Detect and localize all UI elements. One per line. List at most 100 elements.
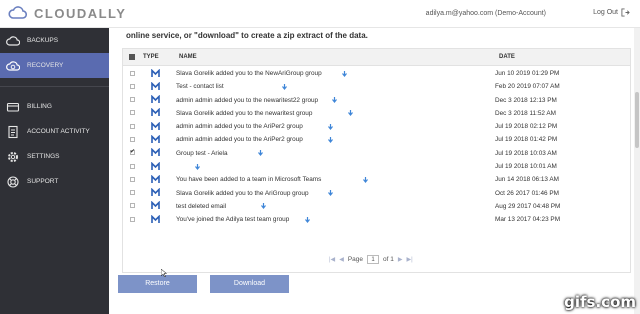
next-page-icon[interactable]: ▶ [398, 256, 403, 263]
mail-type-icon [151, 214, 160, 223]
mouse-cursor-icon [161, 269, 167, 277]
mail-type-icon [151, 134, 160, 143]
user-account[interactable]: adilya.m@yahoo.com (Demo-Account) [426, 10, 546, 17]
table-row[interactable]: admin admin added you to the AriPer2 gro… [123, 133, 630, 146]
sidebar-item-support[interactable]: SUPPORT [0, 169, 109, 194]
table-row[interactable]: You've joined the Adilya test team group… [123, 213, 630, 226]
prev-page-icon[interactable]: ◀ [339, 256, 344, 263]
table-row[interactable]: test deleted email Aug 29 2017 04:48 PM [123, 200, 630, 213]
table-row[interactable]: admin admin added you to the newaritest2… [123, 94, 630, 107]
brand-name: CLOUDALLY [34, 5, 127, 21]
row-date: Jun 14 2018 06:13 AM [495, 176, 559, 184]
select-all-checkbox[interactable] [129, 54, 135, 60]
mail-type-icon [151, 174, 160, 183]
download-arrow-icon[interactable] [328, 123, 333, 130]
lifebuoy-icon [6, 175, 20, 189]
download-button[interactable]: Download [210, 275, 289, 293]
table-row[interactable]: Test - contact list Feb 20 2019 07:07 AM [123, 80, 630, 93]
credit-card-icon [6, 100, 20, 114]
document-icon [6, 125, 20, 139]
sidebar-item-billing[interactable]: BILLING [0, 94, 109, 119]
row-checkbox[interactable] [130, 110, 135, 116]
download-arrow-icon[interactable] [261, 203, 266, 210]
download-arrow-icon[interactable] [305, 216, 310, 223]
sidebar-item-account-activity[interactable]: ACCOUNT ACTIVITY [0, 119, 109, 144]
sidebar-item-label: SUPPORT [27, 178, 59, 185]
mail-type-icon [151, 108, 160, 117]
row-checkbox[interactable] [130, 136, 135, 142]
download-arrow-icon[interactable] [363, 176, 368, 183]
download-arrow-icon[interactable] [258, 150, 263, 157]
table-row[interactable]: Slava Gorelik added you to the NewAriGro… [123, 67, 630, 80]
row-name: admin admin added you to the AriPer2 gro… [176, 123, 303, 131]
restore-button[interactable]: Restore [118, 275, 197, 293]
row-date: Jul 19 2018 10:03 AM [495, 149, 557, 157]
scrollbar-thumb[interactable] [635, 92, 639, 148]
sidebar-item-label: SETTINGS [27, 153, 60, 160]
sidebar-item-backups[interactable]: BACKUPS [0, 28, 109, 53]
download-arrow-icon[interactable] [282, 83, 287, 90]
scrollbar-track[interactable] [634, 28, 640, 314]
row-date: Dec 3 2018 11:52 AM [495, 109, 556, 117]
mail-type-icon [151, 161, 160, 170]
table-row[interactable]: You have been added to a team in Microso… [123, 173, 630, 186]
cloud-sync-icon [6, 59, 20, 73]
table-row[interactable]: Slava Gorelik added you to the AriGroup … [123, 187, 630, 200]
row-checkbox[interactable] [130, 163, 135, 169]
sidebar-item-label: ACCOUNT ACTIVITY [27, 128, 90, 135]
last-page-icon[interactable]: ▶| [406, 256, 412, 263]
row-checkbox[interactable] [130, 97, 135, 103]
download-arrow-icon[interactable] [348, 110, 353, 117]
row-checkbox[interactable] [130, 70, 135, 76]
intro-text: online service, or "download" to create … [126, 31, 368, 40]
download-arrow-icon[interactable] [342, 70, 347, 77]
column-type[interactable]: TYPE [143, 54, 159, 60]
row-checkbox[interactable] [130, 190, 135, 196]
logout-link[interactable]: Log Out [593, 8, 630, 17]
row-name: Group test - Ariela [176, 149, 228, 157]
cloud-upload-icon [6, 34, 20, 48]
row-date: Jul 19 2018 02:12 PM [495, 123, 558, 131]
first-page-icon[interactable]: |◀ [329, 256, 335, 263]
mail-type-icon [151, 201, 160, 210]
page-number-input[interactable]: 1 [367, 255, 379, 264]
row-checkbox[interactable] [130, 83, 135, 89]
mail-type-icon [151, 95, 160, 104]
download-arrow-icon[interactable] [328, 136, 333, 143]
sidebar-item-label: BILLING [27, 103, 52, 110]
table-row[interactable]: admin admin added you to the AriPer2 gro… [123, 120, 630, 133]
table-row[interactable]: Slava Gorelik added you to the newarites… [123, 107, 630, 120]
row-date: Jun 10 2019 01:29 PM [495, 70, 560, 77]
row-date: Oct 26 2017 01:46 PM [495, 189, 559, 197]
sidebar-item-recovery[interactable]: RECOVERY [0, 53, 109, 78]
watermark: gifs.com [564, 293, 636, 311]
sidebar: BACKUPS RECOVERY BILLING ACCOUNT ACTIVIT… [0, 28, 109, 314]
brand[interactable]: CLOUDALLY [8, 5, 126, 21]
row-name: Test - contact list [176, 83, 224, 91]
row-name: Slava Gorelik added you to the newarites… [176, 109, 313, 117]
sidebar-item-settings[interactable]: SETTINGS [0, 144, 109, 169]
row-checkbox[interactable] [130, 148, 135, 156]
row-name: admin admin added you to the newaritest2… [176, 96, 319, 104]
row-name: You have been added to a team in Microso… [176, 176, 322, 184]
download-arrow-icon[interactable] [195, 163, 200, 170]
pagination: |◀ ◀ Page 1 of 1 ▶ ▶| [329, 255, 413, 264]
mail-type-icon [151, 81, 160, 90]
sidebar-divider [0, 86, 109, 87]
row-name: You've joined the Adilya test team group [176, 216, 290, 224]
row-checkbox[interactable] [130, 176, 135, 182]
table-header: TYPE NAME DATE [123, 49, 630, 66]
column-name[interactable]: NAME [179, 54, 197, 60]
column-date[interactable]: DATE [499, 54, 515, 60]
row-checkbox[interactable] [130, 123, 135, 129]
row-checkbox[interactable] [130, 216, 135, 222]
download-arrow-icon[interactable] [332, 97, 337, 104]
mail-type-icon [151, 68, 160, 77]
row-checkbox[interactable] [130, 203, 135, 209]
gear-icon [6, 150, 20, 164]
table-row[interactable]: Jul 19 2018 10:01 AM [123, 160, 630, 173]
table-row[interactable]: Group test - Ariela Jul 19 2018 10:03 AM [123, 147, 630, 160]
top-bar: CLOUDALLY adilya.m@yahoo.com (Demo-Accou… [0, 0, 640, 28]
download-arrow-icon[interactable] [328, 190, 333, 197]
page-label: Page [347, 256, 363, 263]
